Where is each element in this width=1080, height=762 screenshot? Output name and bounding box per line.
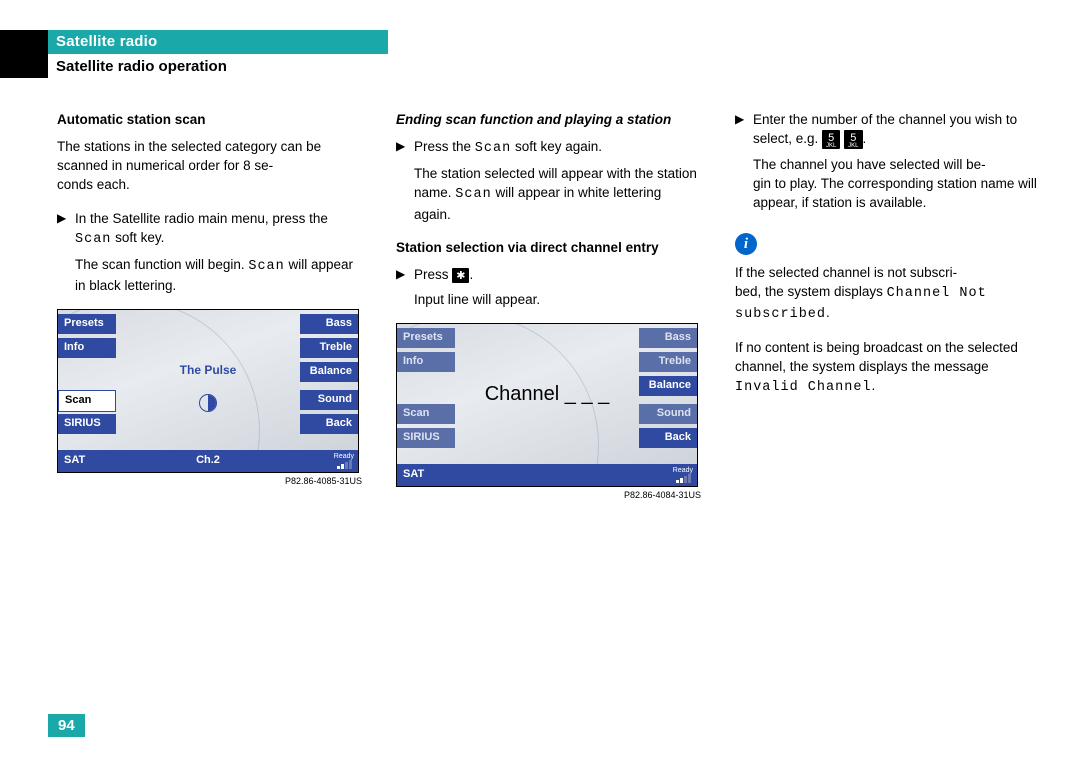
softkey-info: Info [397, 352, 455, 372]
play-arrow-icon: ▶ [57, 210, 66, 227]
softkey-bass: Bass [639, 328, 697, 348]
step: ▶ Press ✱. Input line will appear. [396, 265, 701, 309]
signal-bars-icon [676, 474, 691, 483]
column-1: Automatic station scan The stations in t… [57, 110, 362, 502]
softkey-sound: Sound [300, 390, 358, 410]
channel-input: Channel _ _ _ [485, 380, 610, 408]
section-title: Satellite radio operation [48, 54, 388, 80]
play-arrow-icon: ▶ [396, 266, 405, 283]
para: The stations in the selected category ca… [57, 137, 362, 194]
softkey-back: Back [300, 414, 358, 434]
radio-bottombar: SAT Ready [397, 464, 697, 486]
sat-label: SAT [403, 467, 424, 483]
step: ▶ Enter the number of the channel you wi… [735, 110, 1040, 213]
sat-label: SAT [64, 453, 85, 469]
key-5-icon: 5JKL [822, 130, 840, 149]
column-3: ▶ Enter the number of the channel you wi… [735, 110, 1040, 502]
tone-icon [199, 394, 217, 412]
heading-auto-scan: Automatic station scan [57, 110, 362, 129]
softkey-balance: Balance [639, 376, 697, 396]
play-arrow-icon: ▶ [396, 138, 405, 155]
softkey-sound: Sound [639, 404, 697, 424]
key-5-icon: 5JKL [844, 130, 862, 149]
radio-screenshot-1: Presets Info Scan SIRIUS Bass Treble Bal… [57, 309, 359, 473]
play-arrow-icon: ▶ [735, 111, 744, 128]
info-icon: i [735, 233, 757, 255]
chapter-title: Satellite radio [48, 30, 388, 54]
softkey-sirius: SIRIUS [397, 428, 455, 448]
step: ▶ Press the Scan soft key again. The sta… [396, 137, 701, 224]
softkey-presets: Presets [58, 314, 116, 334]
signal-bars-icon [337, 460, 352, 469]
page-number: 94 [48, 714, 85, 737]
heading-direct-entry: Station selection via direct channel ent… [396, 238, 701, 257]
step: ▶ In the Satellite radio main menu, pres… [57, 209, 362, 296]
softkey-bass: Bass [300, 314, 358, 334]
header-black-tab [0, 30, 48, 54]
softkey-sirius: SIRIUS [58, 414, 116, 434]
page-content: Automatic station scan The stations in t… [57, 110, 1040, 502]
subheader-black-tab [0, 54, 48, 78]
softkey-balance: Balance [300, 362, 358, 382]
softkey-back: Back [639, 428, 697, 448]
info-para: If no content is being broadcast on the … [735, 338, 1040, 397]
softkey-presets: Presets [397, 328, 455, 348]
info-para: If the selected channel is not subscri-b… [735, 263, 1040, 324]
column-2: Ending scan function and playing a stati… [396, 110, 701, 502]
radio-bottombar: SAT Ch.2 Ready [58, 450, 358, 472]
channel-number: Ch.2 [196, 453, 220, 469]
radio-screenshot-2: Presets Info Scan SIRIUS Bass Treble Bal… [396, 323, 698, 487]
star-key-icon: ✱ [452, 268, 469, 283]
softkey-treble: Treble [300, 338, 358, 358]
figure-caption: P82.86-4084-31US [396, 489, 701, 502]
softkey-scan: Scan [58, 390, 116, 412]
station-name: The Pulse [180, 362, 237, 379]
figure-caption: P82.86-4085-31US [57, 475, 362, 488]
softkey-treble: Treble [639, 352, 697, 372]
softkey-info: Info [58, 338, 116, 358]
softkey-scan: Scan [397, 404, 455, 424]
heading-ending-scan: Ending scan function and playing a stati… [396, 110, 701, 129]
